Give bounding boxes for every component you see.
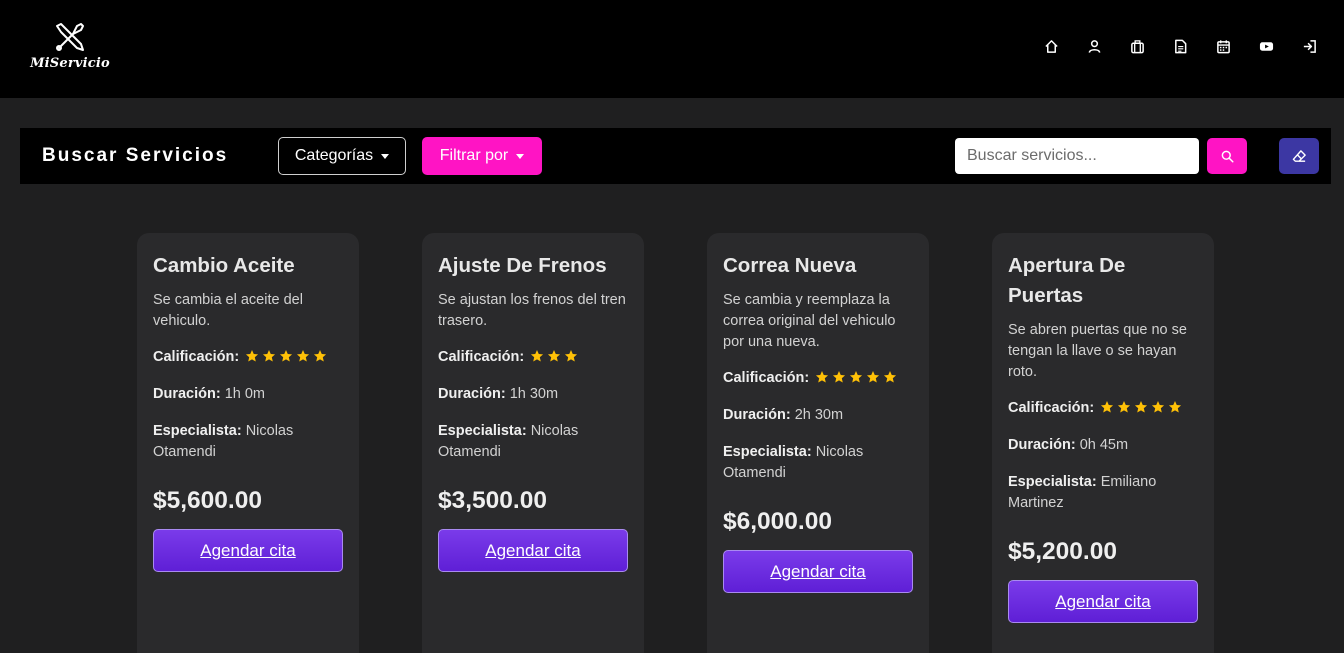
service-card: Cambio Aceite Se cambia el aceite del veh… [137, 233, 359, 653]
specialist-label: Especialista: [153, 423, 242, 439]
search-title: Buscar Servicios [42, 145, 229, 166]
specialist-label: Especialista: [438, 423, 527, 439]
rating-label: Calificación: [1008, 400, 1095, 416]
star-icon [530, 349, 544, 363]
logo[interactable]: MiServicio [30, 20, 110, 76]
service-duration: Duración: 1h 0m [153, 384, 343, 405]
service-duration: Duración: 1h 30m [438, 384, 628, 405]
service-title: Correa Nueva [723, 254, 857, 277]
rating-label: Calificación: [723, 370, 810, 386]
search-button[interactable] [1207, 138, 1247, 174]
duration-label: Duración: [723, 407, 791, 423]
chevron-down-icon [381, 153, 390, 159]
service-price: $3,500.00 [438, 487, 547, 514]
rating-stars [815, 370, 897, 384]
filter-dropdown[interactable]: Filtrar por [422, 137, 542, 175]
star-icon [1100, 400, 1114, 414]
duration-label: Duración: [153, 386, 221, 402]
duration-label: Duración: [1008, 437, 1076, 453]
service-specialist: Especialista: Nicolas Otamendi [153, 421, 343, 463]
specialist-label: Especialista: [1008, 474, 1097, 490]
youtube-icon[interactable] [1256, 36, 1277, 57]
service-duration: Duración: 2h 30m [723, 405, 913, 426]
user-icon[interactable] [1084, 36, 1105, 57]
search-bar: Buscar Servicios Categorías Filtrar por [20, 128, 1331, 184]
star-icon [849, 370, 863, 384]
service-description: Se cambia el aceite del vehiculo. [153, 292, 303, 329]
star-icon [245, 349, 259, 363]
star-icon [313, 349, 327, 363]
star-icon [832, 370, 846, 384]
star-icon [815, 370, 829, 384]
star-icon [866, 370, 880, 384]
service-specialist: Especialista: Emiliano Martinez [1008, 472, 1198, 514]
service-rating: Calificación: [438, 347, 628, 368]
document-icon[interactable] [1170, 36, 1191, 57]
service-card: Correa Nueva Se cambia y reemplaza la cor… [707, 233, 929, 653]
star-icon [547, 349, 561, 363]
star-icon [1151, 400, 1165, 414]
book-label: Agendar cita [200, 540, 296, 560]
service-title: Ajuste De Frenos [438, 254, 607, 277]
book-appointment-button[interactable]: Agendar cita [438, 529, 628, 572]
top-navbar: MiServicio [0, 0, 1344, 98]
service-description: Se ajustan los frenos del tren trasero. [438, 292, 626, 329]
book-label: Agendar cita [1055, 591, 1151, 611]
nav-menu [1041, 36, 1320, 57]
duration-value: 1h 30m [509, 386, 559, 402]
star-icon [1117, 400, 1131, 414]
book-label: Agendar cita [770, 561, 866, 581]
service-specialist: Especialista: Nicolas Otamendi [723, 442, 913, 484]
rating-stars [1100, 400, 1182, 414]
service-duration: Duración: 0h 45m [1008, 435, 1198, 456]
service-price: $5,200.00 [1008, 538, 1117, 565]
categories-dropdown[interactable]: Categorías [278, 137, 406, 175]
star-icon [262, 349, 276, 363]
eraser-icon [1292, 149, 1306, 162]
service-rating: Calificación: [153, 347, 343, 368]
duration-label: Duración: [438, 386, 506, 402]
duration-value: 1h 0m [224, 386, 266, 402]
service-title: Cambio Aceite [153, 254, 295, 277]
search-input[interactable] [955, 138, 1199, 174]
chevron-down-icon [516, 153, 525, 159]
categories-label: Categorías [294, 147, 374, 164]
service-specialist: Especialista: Nicolas Otamendi [438, 421, 628, 463]
briefcase-icon[interactable] [1127, 36, 1148, 57]
star-icon [883, 370, 897, 384]
filter-label: Filtrar por [439, 147, 509, 164]
logo-text: MiServicio [30, 56, 110, 71]
tools-icon [56, 23, 84, 51]
book-appointment-button[interactable]: Agendar cita [1008, 580, 1198, 623]
service-rating: Calificación: [1008, 398, 1198, 419]
star-icon [1134, 400, 1148, 414]
service-card: Ajuste De Frenos Se ajustan los frenos de… [422, 233, 644, 653]
book-appointment-button[interactable]: Agendar cita [723, 550, 913, 593]
rating-label: Calificación: [438, 349, 525, 365]
service-card: Apertura De Puertas Se abren puertas que … [992, 233, 1214, 653]
search-icon [1221, 150, 1234, 163]
duration-value: 0h 45m [1079, 437, 1129, 453]
service-price: $6,000.00 [723, 508, 832, 535]
duration-value: 2h 30m [794, 407, 844, 423]
service-title: Apertura De Puertas [1008, 254, 1126, 307]
book-appointment-button[interactable]: Agendar cita [153, 529, 343, 572]
service-description: Se abren puertas que no se tengan la lla… [1008, 322, 1187, 380]
logout-icon[interactable] [1299, 36, 1320, 57]
star-icon [279, 349, 293, 363]
service-rating: Calificación: [723, 368, 913, 389]
rating-stars [530, 349, 578, 363]
rating-label: Calificación: [153, 349, 240, 365]
star-icon [296, 349, 310, 363]
specialist-label: Especialista: [723, 444, 812, 460]
book-label: Agendar cita [485, 540, 581, 560]
calendar-icon[interactable] [1213, 36, 1234, 57]
rating-stars [245, 349, 327, 363]
clear-button[interactable] [1279, 138, 1319, 174]
star-icon [564, 349, 578, 363]
service-price: $5,600.00 [153, 487, 262, 514]
home-icon[interactable] [1041, 36, 1062, 57]
service-description: Se cambia y reemplaza la correa original… [723, 292, 896, 350]
star-icon [1168, 400, 1182, 414]
